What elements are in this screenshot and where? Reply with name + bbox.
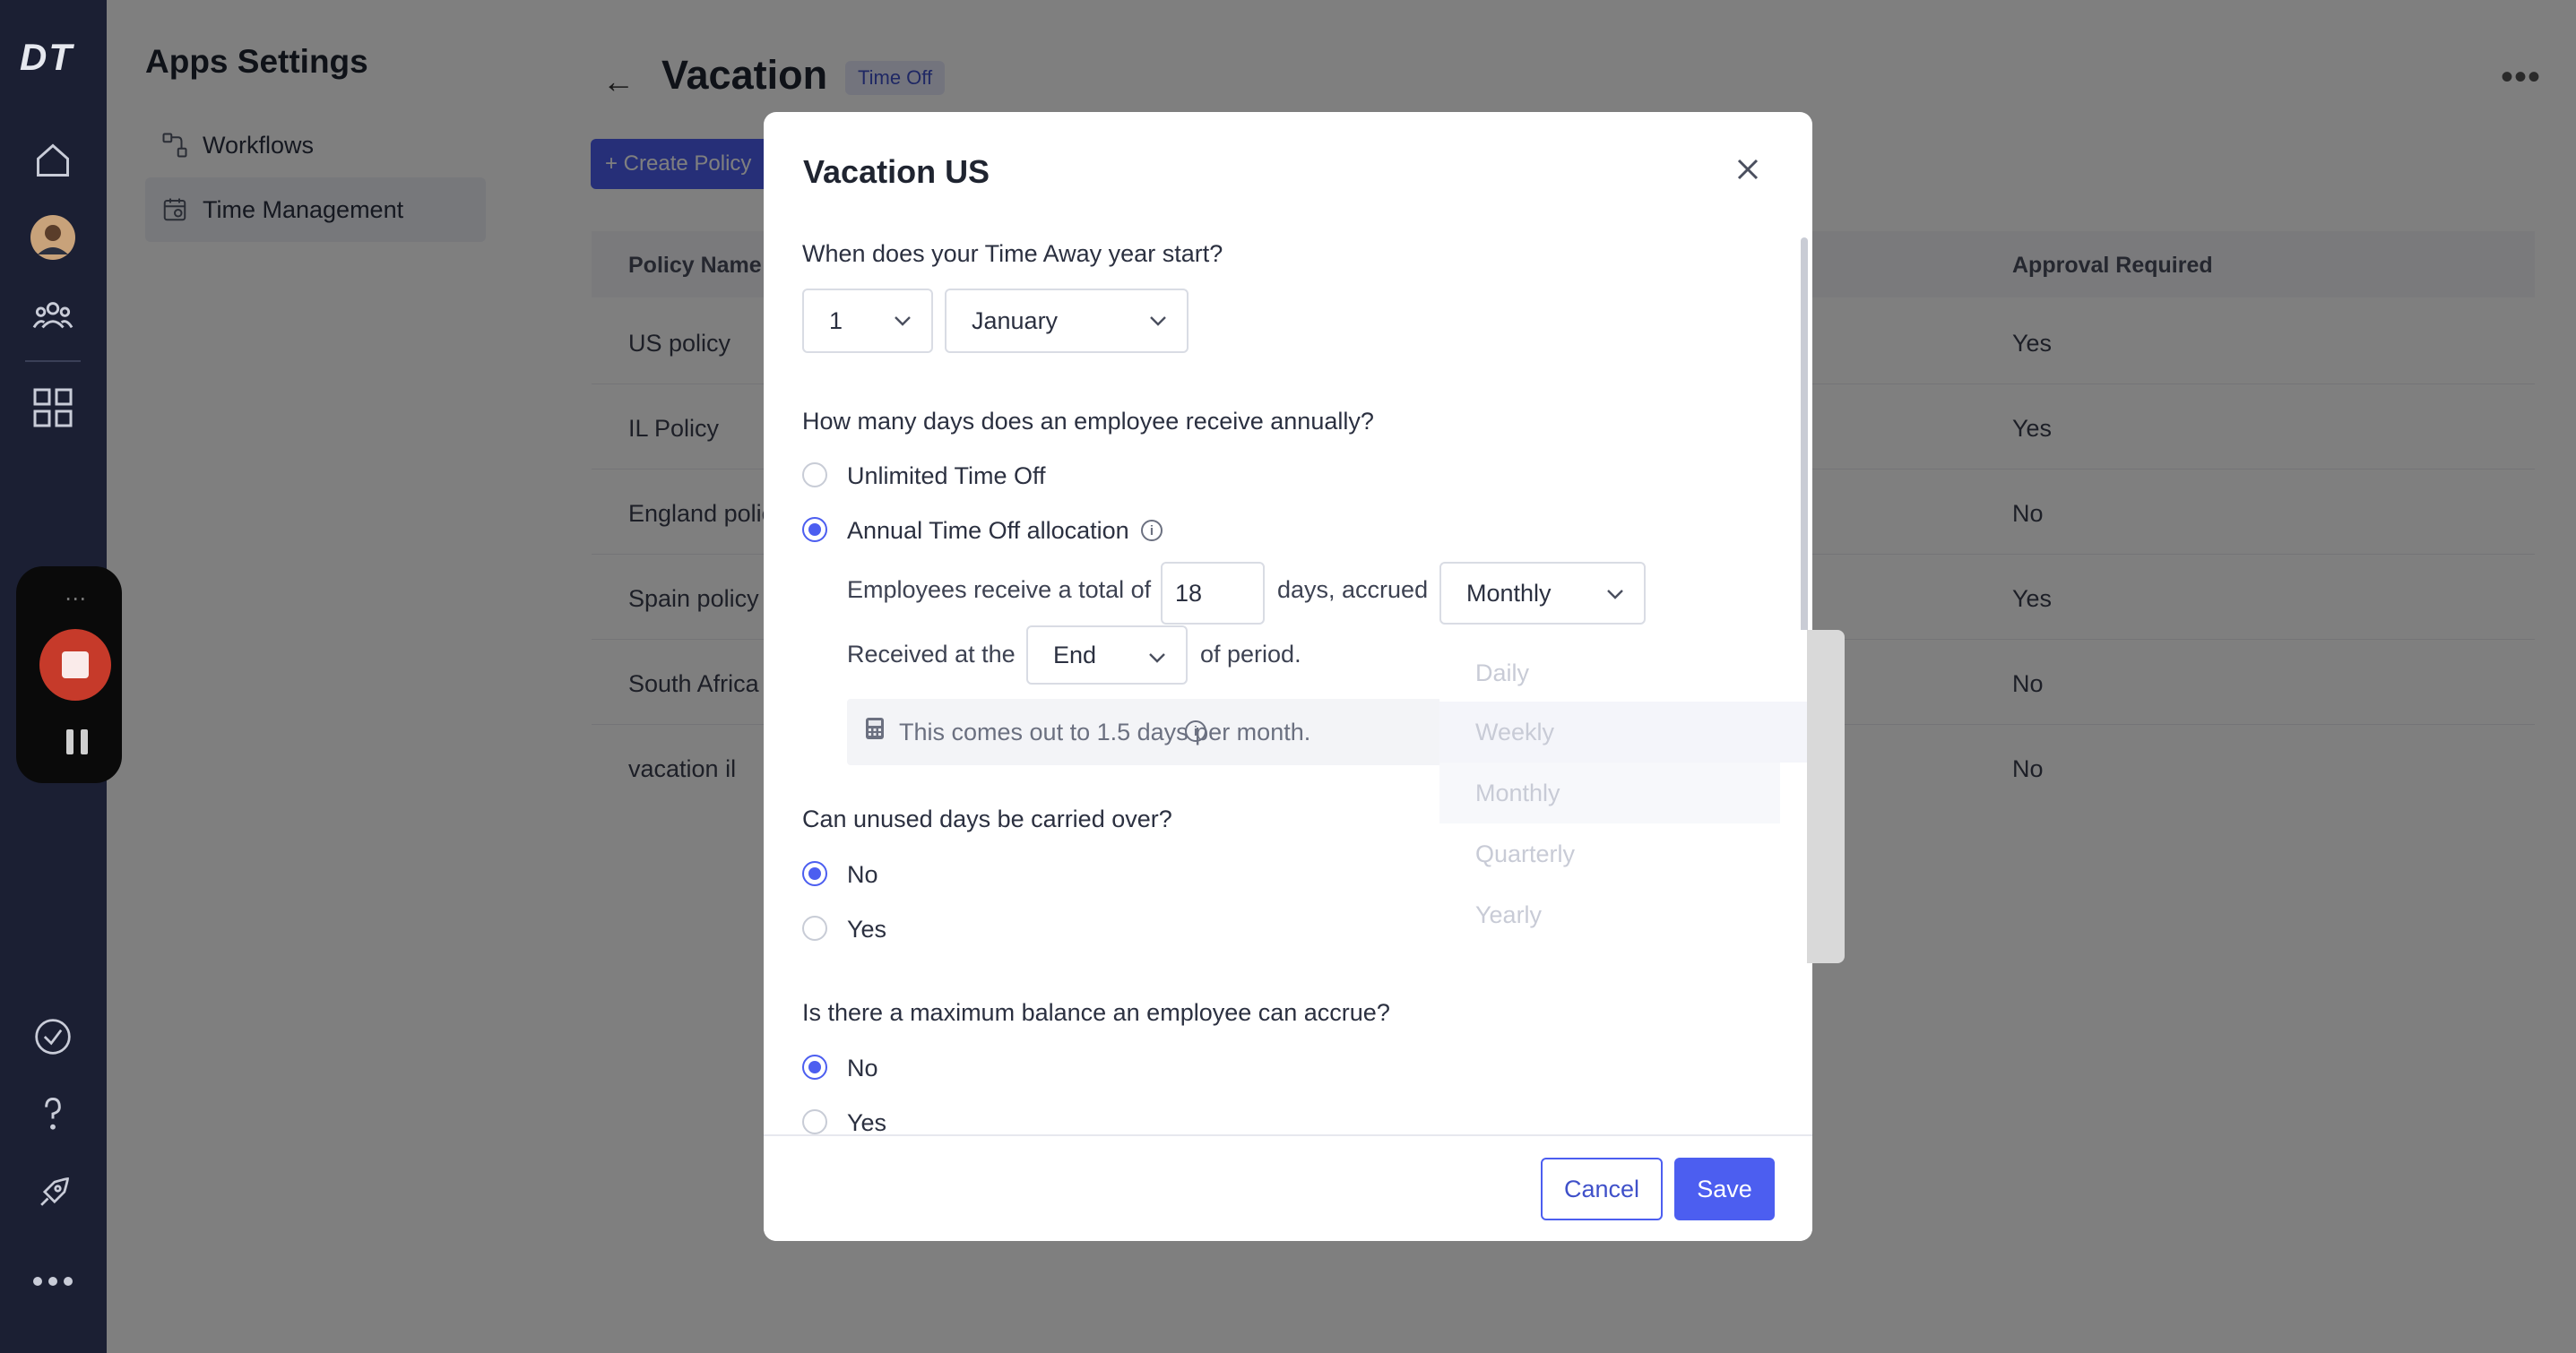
- close-icon[interactable]: [1730, 151, 1766, 187]
- chevron-down-icon: [1150, 316, 1166, 326]
- day-select[interactable]: 1: [802, 289, 933, 353]
- calculator-icon: [866, 718, 884, 739]
- radio-max-no[interactable]: [802, 1055, 827, 1080]
- radio-annual-allocation[interactable]: [802, 517, 827, 542]
- modal-title: Vacation US: [803, 153, 990, 190]
- receive-suffix: days, accrued: [1277, 576, 1429, 603]
- radio-label: No: [847, 861, 878, 888]
- info-icon[interactable]: i: [1185, 720, 1206, 742]
- received-suffix: of period.: [1200, 641, 1301, 668]
- apps-grid-icon[interactable]: [29, 383, 77, 432]
- check-circle-icon[interactable]: [29, 1013, 77, 1061]
- days-input-value: 18: [1175, 579, 1203, 607]
- radio-label: Annual Time Off allocation: [847, 517, 1129, 544]
- question-year-start: When does your Time Away year start?: [802, 240, 1223, 267]
- received-at-select[interactable]: End: [1026, 625, 1188, 685]
- rail-divider: [25, 360, 81, 362]
- receive-prefix: Employees receive a total of: [847, 576, 1152, 603]
- radio-max-yes[interactable]: [802, 1109, 827, 1134]
- chevron-down-icon: [1607, 590, 1623, 599]
- recorder-widget: ⋯: [16, 566, 122, 783]
- radio-unlimited[interactable]: [802, 462, 827, 487]
- accrual-dropdown: Daily Weekly Monthly Quarterly Yearly: [1439, 630, 1845, 963]
- logo: DT: [20, 36, 73, 78]
- radio-carryover-yes[interactable]: [802, 916, 827, 941]
- question-carryover: Can unused days be carried over?: [802, 806, 1172, 832]
- rocket-icon[interactable]: [29, 1169, 77, 1218]
- dropdown-option-daily[interactable]: Daily: [1439, 642, 1762, 703]
- received-prefix: Received at the: [847, 641, 1016, 668]
- dropdown-option-quarterly[interactable]: Quarterly: [1439, 823, 1762, 884]
- stop-recording-button[interactable]: [39, 629, 111, 701]
- accrual-select-value: Monthly: [1466, 579, 1552, 607]
- home-icon[interactable]: [29, 136, 77, 185]
- chevron-down-icon: [895, 316, 911, 326]
- dropdown-option-weekly[interactable]: Weekly: [1439, 702, 1807, 763]
- accrual-select[interactable]: Monthly: [1439, 562, 1646, 625]
- month-select[interactable]: January: [945, 289, 1189, 353]
- radio-label: Yes: [847, 1109, 887, 1136]
- save-button[interactable]: Save: [1674, 1158, 1775, 1220]
- info-icon[interactable]: i: [1141, 520, 1163, 541]
- more-icon[interactable]: [29, 1257, 77, 1306]
- radio-carryover-no[interactable]: [802, 861, 827, 886]
- radio-label: Unlimited Time Off: [847, 462, 1046, 489]
- question-max-balance: Is there a maximum balance an employee c…: [802, 999, 1390, 1026]
- day-select-value: 1: [829, 306, 843, 334]
- received-at-value: End: [1053, 641, 1097, 668]
- dropdown-option-monthly[interactable]: Monthly: [1439, 763, 1780, 823]
- dropdown-option-yearly[interactable]: Yearly: [1439, 884, 1762, 945]
- chevron-down-icon: [1149, 653, 1165, 663]
- help-icon[interactable]: [29, 1090, 77, 1138]
- people-icon[interactable]: [29, 291, 77, 340]
- month-select-value: January: [972, 306, 1059, 334]
- drag-handle-icon[interactable]: ⋯: [65, 586, 88, 612]
- radio-label: Yes: [847, 916, 887, 943]
- avatar[interactable]: [29, 213, 77, 262]
- radio-label: No: [847, 1055, 878, 1082]
- info-text: This comes out to 1.5 days per month.: [899, 719, 1311, 745]
- dropdown-panel: Daily Weekly Monthly Quarterly Yearly: [1439, 630, 1807, 963]
- question-annual-days: How many days does an employee receive a…: [802, 408, 1374, 435]
- days-input[interactable]: 18: [1161, 562, 1265, 625]
- pause-icon[interactable]: [66, 729, 88, 754]
- cancel-button[interactable]: Cancel: [1541, 1158, 1663, 1220]
